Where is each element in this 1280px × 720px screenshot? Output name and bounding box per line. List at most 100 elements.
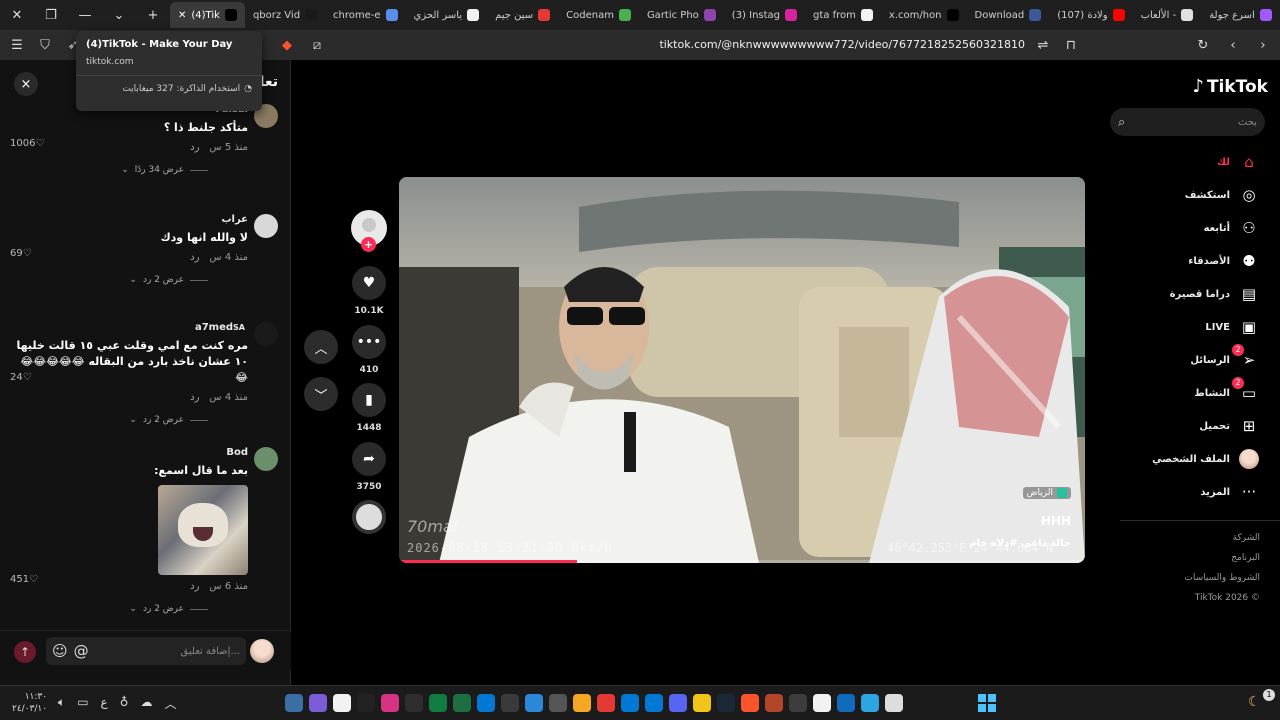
sidebar-item[interactable]: الملف الشخصي (1152, 447, 1260, 471)
follow-plus-icon[interactable]: + (361, 237, 376, 252)
reply-button[interactable]: رد (190, 142, 199, 153)
taskbar-app-icon[interactable] (717, 694, 735, 712)
taskbar-app-icon[interactable] (789, 694, 807, 712)
reply-button[interactable]: رد (190, 581, 199, 592)
taskbar-app-icon[interactable] (285, 694, 303, 712)
browser-tab[interactable]: اسرع جولة (1201, 2, 1280, 28)
taskbar-app-icon[interactable] (885, 694, 903, 712)
taskbar-app-icon[interactable] (501, 694, 519, 712)
footer-link[interactable]: © 2026 TikTok (1195, 593, 1260, 603)
video-player[interactable]: 70mai 2026-08-18 13:31:30 0km/h 46°42.25… (399, 177, 1085, 563)
reply-button[interactable]: رد (190, 252, 199, 263)
browser-tab[interactable]: x.com/hon (881, 2, 967, 28)
view-replies-button[interactable]: عرض 34 ردًا ⌄ (14, 165, 248, 175)
forward-icon[interactable]: › (1252, 34, 1274, 56)
browser-tab[interactable]: (107) ولادة (1049, 2, 1132, 28)
browser-tab[interactable]: Codenam (558, 2, 639, 28)
browser-tab[interactable]: Download (967, 2, 1050, 28)
comment-like-button[interactable]: 451♡ (10, 574, 38, 585)
onedrive-icon[interactable]: ☁ (141, 695, 153, 712)
url-field[interactable]: tiktok.com/@nknwwwwwwwww772/video/767721… (659, 38, 1025, 51)
comment-like-button[interactable]: 69♡ (10, 248, 32, 259)
video-progress-bar[interactable] (399, 560, 1085, 563)
taskbar-app-icon[interactable] (669, 694, 687, 712)
taskbar-app-icon[interactable] (573, 694, 591, 712)
save-button[interactable]: ▮ 1448 (350, 383, 388, 433)
weather-icon[interactable]: ☾ (1248, 694, 1261, 710)
sidebar-item[interactable]: ⚉ الأصدقاء (1188, 249, 1260, 273)
input-language[interactable]: ع (101, 695, 108, 712)
reply-button[interactable]: رد (190, 392, 199, 403)
taskbar-app-icon[interactable] (453, 694, 471, 712)
view-replies-button[interactable]: عرض 2 رد ⌄ (14, 415, 248, 425)
taskbar-app-icon[interactable] (621, 694, 639, 712)
mic-icon[interactable]: ♁ (120, 695, 129, 712)
taskbar-app-icon[interactable] (813, 694, 831, 712)
taskbar-app-icon[interactable] (405, 694, 423, 712)
share-page-icon[interactable]: ⧄ (306, 34, 328, 56)
taskbar-app-icon[interactable] (357, 694, 375, 712)
sidebar-item[interactable]: ▤ دراما قصيرة (1170, 282, 1260, 306)
volume-icon[interactable]: 🔈︎ (58, 695, 65, 712)
sidebar-item[interactable]: ◎ استكشف (1185, 183, 1260, 207)
taskbar-app-icon[interactable] (741, 694, 759, 712)
like-button[interactable]: ♥ 10.1K (350, 266, 388, 316)
browser-tab[interactable]: chrome-e (325, 2, 406, 28)
sidebar-item[interactable]: ⌂ لك (1217, 150, 1260, 174)
comment-author[interactable]: Bod (14, 447, 248, 458)
menu-icon[interactable]: ☰ (6, 34, 28, 56)
tray-overflow-icon[interactable]: ︿ (165, 695, 177, 712)
previous-video-button[interactable]: ︿ (304, 330, 338, 364)
sidebar-item[interactable]: ⚇ أتابعه (1204, 216, 1260, 240)
send-comment-button[interactable]: ↑ (14, 641, 36, 663)
system-clock[interactable]: ١١:٣٠ ٢٤/٠٣/١٠ (12, 691, 47, 715)
taskbar-app-icon[interactable] (381, 694, 399, 712)
browser-tab[interactable]: ياسر الحزي (406, 2, 488, 28)
share-button[interactable]: ➦ 3750 (350, 442, 388, 492)
reload-icon[interactable]: ↻ (1192, 34, 1214, 56)
taskbar-app-icon[interactable] (429, 694, 447, 712)
taskbar-app-icon[interactable] (549, 694, 567, 712)
browser-tab[interactable]: سين جيم (487, 2, 558, 28)
creator-avatar[interactable]: + (350, 210, 388, 252)
windows-start-icon[interactable] (978, 694, 996, 712)
tab-list-chevron-icon[interactable]: ⌄ (102, 0, 136, 30)
minimize-window-icon[interactable]: — (68, 0, 102, 30)
comment-avatar[interactable] (254, 214, 278, 238)
comment-like-button[interactable]: 1006♡ (10, 138, 44, 149)
comment-button[interactable]: ••• 410 (350, 325, 388, 375)
search-input[interactable]: بحث ⌕ (1110, 108, 1265, 136)
taskbar-app-icon[interactable] (309, 694, 327, 712)
footer-link[interactable]: الشروط والسياسات (1184, 573, 1260, 583)
browser-tab[interactable]: (3) Instag (724, 2, 805, 28)
footer-link[interactable]: البرنامج (1231, 553, 1260, 563)
footer-link[interactable]: الشركة (1233, 533, 1260, 543)
comment-sticker-image[interactable] (158, 485, 248, 575)
taskbar-app-icon[interactable] (693, 694, 711, 712)
site-settings-icon[interactable]: ⇌ (1032, 34, 1054, 56)
taskbar-app-icon[interactable] (837, 694, 855, 712)
shield-icon[interactable]: ⛉ (34, 34, 56, 56)
comment-like-button[interactable]: 24♡ (10, 372, 32, 383)
close-window-icon[interactable]: ✕ (0, 0, 34, 30)
location-tag[interactable]: الرياض (1022, 487, 1071, 499)
close-tab-icon[interactable]: ✕ (178, 10, 186, 21)
sidebar-item[interactable]: ··· المزيد (1200, 480, 1260, 504)
browser-tab[interactable]: Gartic Pho (639, 2, 724, 28)
view-replies-button[interactable]: عرض 2 رد ⌄ (14, 604, 248, 614)
sidebar-item[interactable]: ⊞ تحميل (1199, 414, 1260, 438)
taskbar-app-icon[interactable] (861, 694, 879, 712)
video-author[interactable]: HHH (1041, 514, 1071, 528)
sidebar-item[interactable]: ▭ 2 النشاط (1194, 377, 1260, 405)
close-comments-icon[interactable]: × (14, 72, 38, 96)
browser-tab[interactable]: qborz Vid (245, 2, 325, 28)
taskbar-app-icon[interactable] (477, 694, 495, 712)
emoji-icon[interactable]: ☺ (52, 642, 68, 660)
display-icon[interactable]: ▭ (77, 695, 88, 712)
search-icon[interactable]: ⌕ (1118, 115, 1125, 130)
brave-shield-icon[interactable]: ◆ (276, 34, 298, 56)
taskbar-app-icon[interactable] (645, 694, 663, 712)
tiktok-logo[interactable]: ♪ TikTok (1192, 76, 1268, 97)
comment-author[interactable]: a7medSA (14, 322, 248, 333)
sidebar-item[interactable]: ➢ 2 الرسائل (1190, 344, 1260, 372)
